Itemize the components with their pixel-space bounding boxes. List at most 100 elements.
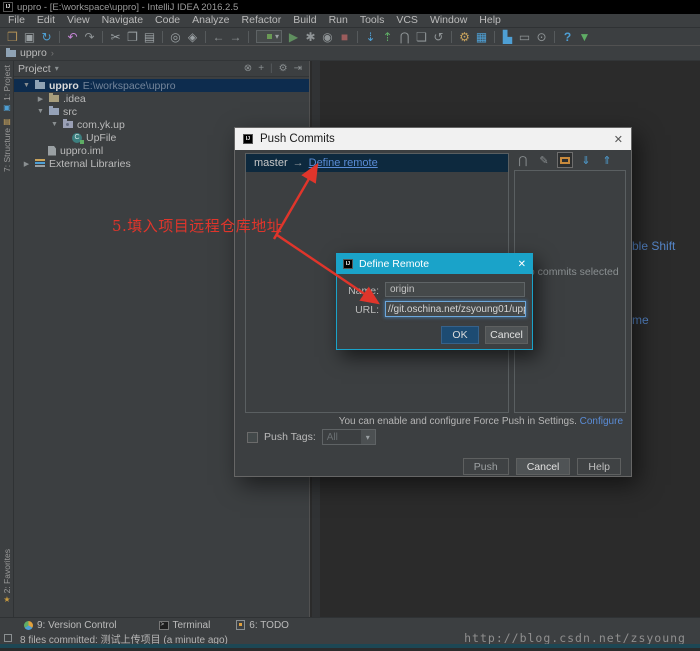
menu-refactor[interactable]: Refactor	[236, 14, 288, 27]
synchronize-icon[interactable]: ↻	[38, 29, 55, 45]
tags-combo[interactable]: All ▾	[322, 429, 376, 445]
back-icon[interactable]: ←	[210, 29, 227, 45]
tree-row-src[interactable]: ▼ src	[14, 105, 309, 118]
project-view-selector[interactable]: Project	[18, 63, 51, 75]
menu-navigate[interactable]: Navigate	[96, 14, 149, 27]
run-configuration-combo[interactable]: ▾	[256, 30, 282, 43]
help-button[interactable]: Help	[577, 458, 621, 475]
push-dialog-titlebar[interactable]: IJ Push Commits ✕	[235, 128, 631, 150]
close-icon[interactable]: ✕	[518, 259, 526, 270]
collapse-all-icon[interactable]: ⇑	[599, 152, 615, 168]
menu-bar: File Edit View Navigate Code Analyze Ref…	[0, 14, 700, 28]
cut-icon[interactable]: ✂	[107, 29, 124, 45]
stop-icon[interactable]: ■	[336, 29, 353, 45]
class-icon: C	[72, 133, 82, 143]
update-plugins-icon[interactable]: ▼	[576, 29, 593, 45]
menu-analyze[interactable]: Analyze	[186, 14, 235, 27]
lock-icon[interactable]: ⋂	[515, 152, 531, 168]
expander-icon[interactable]: ▼	[22, 82, 31, 89]
navigation-bar: uppro ›	[0, 46, 700, 61]
filter-icon[interactable]: ⊗	[241, 63, 255, 74]
cancel-button[interactable]: Cancel	[485, 326, 528, 344]
expander-icon[interactable]: ▶	[36, 95, 45, 103]
menu-help[interactable]: Help	[473, 14, 507, 27]
tree-node-label: External Libraries	[49, 158, 131, 170]
ok-button[interactable]: OK	[441, 326, 479, 344]
breadcrumb[interactable]: uppro	[20, 47, 47, 59]
push-tags-checkbox[interactable]	[247, 432, 258, 443]
find-in-path-icon[interactable]: ◈	[184, 29, 201, 45]
expander-icon[interactable]: ▼	[36, 108, 45, 115]
close-icon[interactable]: ✕	[614, 133, 623, 146]
push-button[interactable]: Push	[463, 458, 509, 475]
show-details-icon[interactable]	[557, 152, 573, 168]
project-structure-icon[interactable]: ▦	[473, 29, 490, 45]
push-tags-label: Push Tags:	[264, 431, 316, 443]
undo-icon[interactable]: ↶	[64, 29, 81, 45]
breadcrumb-chevron-icon: ›	[51, 48, 54, 58]
android-icon[interactable]: ⊙	[533, 29, 550, 45]
edit-remotes-icon[interactable]: ✎	[536, 152, 552, 168]
menu-window[interactable]: Window	[424, 14, 473, 27]
url-field[interactable]: //git.oschina.net/zsyoung01/uppro.git	[385, 301, 526, 317]
tree-node-label: .idea	[63, 93, 86, 105]
menu-view[interactable]: View	[61, 14, 96, 27]
hide-panel-icon[interactable]: ⇥	[291, 63, 305, 74]
expander-icon[interactable]: ▶	[22, 160, 31, 168]
expander-icon[interactable]: ▼	[50, 121, 59, 128]
help-icon[interactable]: ?	[559, 29, 576, 45]
define-remote-link[interactable]: Define remote	[309, 157, 378, 169]
toolbar-separator	[102, 31, 103, 43]
locate-file-icon[interactable]: +	[255, 63, 267, 74]
rollback-icon[interactable]: ↺	[430, 29, 447, 45]
toolwindow-version-control[interactable]: 9: Version Control	[24, 620, 117, 631]
menu-tools[interactable]: Tools	[354, 14, 391, 27]
forward-icon[interactable]: →	[227, 29, 244, 45]
toolwindow-toggle-icon[interactable]	[4, 634, 12, 642]
tab-favorites[interactable]: 2: Favorites ★	[0, 549, 14, 604]
configure-link[interactable]: Configure	[580, 416, 623, 427]
device-icon[interactable]: ▭	[516, 29, 533, 45]
debug-icon[interactable]: ✱	[302, 29, 319, 45]
menu-file[interactable]: File	[2, 14, 31, 27]
name-field[interactable]: origin	[385, 282, 525, 297]
tab-project[interactable]: 1: Project ▣	[0, 65, 14, 112]
lock-icon[interactable]: ⋂	[396, 29, 413, 45]
open-project-icon[interactable]: ❒	[4, 29, 21, 45]
settings-icon[interactable]: ⚙	[456, 29, 473, 45]
save-all-icon[interactable]: ▣	[21, 29, 38, 45]
toolbar-separator	[494, 31, 495, 43]
cancel-button[interactable]: Cancel	[516, 458, 571, 475]
expand-all-icon[interactable]: ⇓	[578, 152, 594, 168]
app-server-icon[interactable]: ▙	[499, 29, 516, 45]
vcs-commit-icon[interactable]: ⇡	[379, 29, 396, 45]
toolbar-separator	[248, 31, 249, 43]
menu-vcs[interactable]: VCS	[390, 14, 424, 27]
copy-icon[interactable]: ❐	[124, 29, 141, 45]
paste-icon[interactable]: ▤	[141, 29, 158, 45]
branch-row[interactable]: master → Define remote	[246, 154, 508, 172]
project-view-caret-icon: ▾	[55, 64, 59, 73]
toolwindow-terminal[interactable]: > Terminal	[159, 620, 211, 631]
vcs-update-icon[interactable]: ⇣	[362, 29, 379, 45]
toolbar-separator	[162, 31, 163, 43]
export-icon[interactable]: ❏	[413, 29, 430, 45]
intellij-logo-icon: IJ	[243, 134, 253, 144]
menu-build[interactable]: Build	[287, 14, 322, 27]
run-icon[interactable]: ▶	[285, 29, 302, 45]
gear-icon[interactable]: ⚙	[276, 63, 291, 74]
remote-dialog-titlebar[interactable]: IJ Define Remote ✕	[337, 254, 532, 274]
coverage-icon[interactable]: ◉	[319, 29, 336, 45]
tab-structure[interactable]: ▤ 7: Structure	[0, 117, 14, 172]
menu-run[interactable]: Run	[323, 14, 354, 27]
tree-row-uppro[interactable]: ▼ uppro E:\workspace\uppro	[14, 79, 309, 92]
tree-node-label: com.yk.up	[77, 119, 125, 131]
editor-hint-fragment: me	[632, 313, 649, 327]
menu-code[interactable]: Code	[149, 14, 186, 27]
find-icon[interactable]: ◎	[167, 29, 184, 45]
redo-icon[interactable]: ↷	[81, 29, 98, 45]
menu-edit[interactable]: Edit	[31, 14, 61, 27]
window-titlebar: IJ uppro - [E:\workspace\uppro] - Intell…	[0, 0, 700, 14]
toolwindow-todo[interactable]: 6: TODO	[236, 620, 289, 631]
tree-row-idea[interactable]: ▶ .idea	[14, 92, 309, 105]
